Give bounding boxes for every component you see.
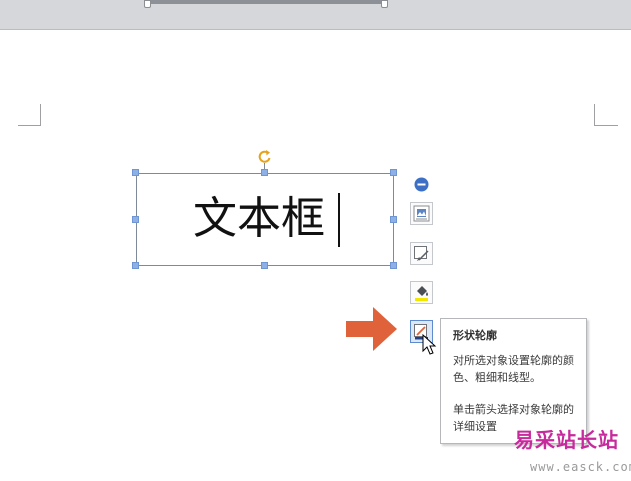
- resize-handle-bottom-left[interactable]: [132, 262, 139, 269]
- tooltip-title: 形状轮廓: [453, 329, 497, 342]
- left-indent-marker[interactable]: [144, 0, 151, 8]
- ruler-track: [148, 0, 384, 4]
- text-box-content[interactable]: 文本框: [193, 192, 325, 246]
- resize-handle-left[interactable]: [132, 216, 139, 223]
- tooltip-description: 对所选对象设置轮廓的颜色、粗细和线型。: [453, 354, 574, 384]
- collapse-toolbar-icon[interactable]: [414, 177, 429, 192]
- resize-handle-bottom[interactable]: [261, 262, 268, 269]
- shape-edit-icon: [414, 246, 429, 261]
- layout-options-button[interactable]: [410, 202, 433, 225]
- resize-handle-top-left[interactable]: [132, 169, 139, 176]
- watermark-url: www.easck.com: [530, 460, 631, 474]
- resize-handle-top-right[interactable]: [390, 169, 397, 176]
- pointer-arrow-icon: [346, 307, 397, 351]
- right-indent-marker[interactable]: [381, 0, 388, 8]
- resize-handle-bottom-right[interactable]: [390, 262, 397, 269]
- layout-options-icon: [413, 205, 430, 222]
- ruler-bar: [0, 0, 631, 30]
- rotate-handle-icon[interactable]: [257, 149, 273, 165]
- shape-fill-icon: [415, 286, 428, 301]
- watermark-brand: 易采站长站: [514, 428, 619, 452]
- resize-handle-top[interactable]: [261, 169, 268, 176]
- text-caret: [338, 193, 340, 247]
- shape-fill-button[interactable]: [410, 281, 433, 304]
- shape-edit-button[interactable]: [410, 242, 433, 265]
- mouse-cursor-icon: [422, 334, 437, 355]
- resize-handle-right[interactable]: [390, 216, 397, 223]
